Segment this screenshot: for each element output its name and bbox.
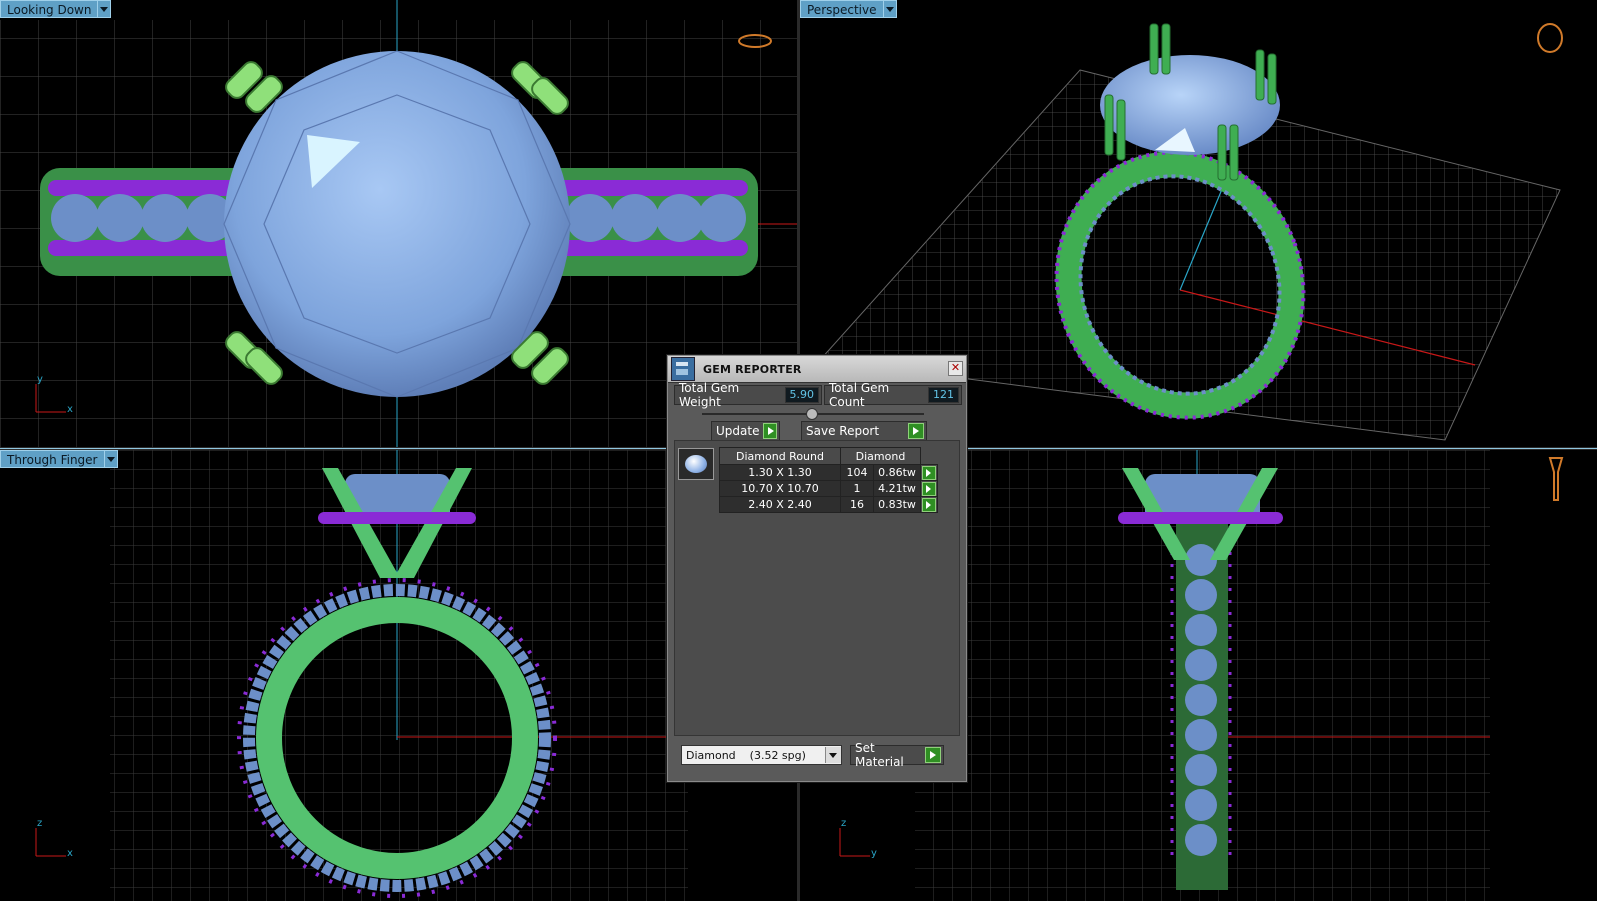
viewport-label-text: Perspective — [800, 0, 884, 18]
gem-weight: 4.21tw — [873, 480, 921, 497]
material-select[interactable]: Diamond (3.52 spg) — [681, 745, 842, 765]
axis-label-z: z — [37, 818, 43, 829]
axis-label-x: x — [67, 848, 73, 859]
axis-label-y: y — [871, 848, 877, 859]
panel-title-bar[interactable]: GEM REPORTER ✕ — [668, 356, 966, 383]
total-gem-count-field: Total Gem Count 121 — [824, 381, 962, 409]
gem-list: Diamond Round Diamond 1.30 X 1.30 104 0.… — [674, 440, 960, 736]
gem-count: 1 — [840, 480, 874, 497]
gem-count: 104 — [840, 464, 874, 481]
select-row-arrow-icon[interactable] — [922, 497, 936, 512]
set-material-button[interactable]: Set Material — [850, 741, 944, 769]
viewport-menu-dropdown[interactable] — [883, 0, 897, 18]
save-report-button[interactable]: Save Report — [801, 421, 927, 441]
play-arrow-icon — [925, 747, 941, 763]
total-gem-weight-label: Total Gem Weight — [679, 381, 740, 409]
center-stone — [224, 51, 570, 397]
viewport-menu-dropdown[interactable] — [98, 0, 112, 18]
table-row[interactable]: 1.30 X 1.30 104 0.86tw — [719, 464, 938, 481]
play-arrow-icon — [908, 423, 924, 439]
update-button[interactable]: Update — [711, 421, 780, 441]
viewport-label-perspective[interactable]: Perspective — [800, 0, 897, 18]
total-gem-count-value: 121 — [928, 387, 959, 403]
axis-label-x: x — [67, 404, 73, 415]
gem-weight: 0.83tw — [873, 496, 921, 513]
save-report-button-label: Save Report — [806, 424, 880, 438]
select-row-arrow-icon[interactable] — [922, 465, 936, 480]
gem-weight: 0.86tw — [873, 464, 921, 481]
viewport-label-through-finger[interactable]: Through Finger — [0, 450, 118, 468]
update-button-label: Update — [716, 424, 760, 438]
view-orient-icon — [1548, 457, 1564, 501]
viewport-menu-dropdown[interactable] — [104, 450, 118, 468]
viewport-label-looking-down[interactable]: Looking Down — [0, 0, 112, 18]
view-orient-icon — [1537, 23, 1563, 53]
select-row-arrow-icon[interactable] — [922, 481, 936, 496]
gem-reporter-icon — [671, 357, 695, 381]
axis-label-y: y — [37, 374, 43, 385]
table-row[interactable]: 2.40 X 2.40 16 0.83tw — [719, 496, 938, 513]
axis-label-z: z — [841, 818, 847, 829]
total-gem-weight-value: 5.90 — [784, 387, 819, 403]
panel-resize-slider[interactable] — [702, 408, 924, 420]
gem-count: 16 — [840, 496, 874, 513]
gem-table: Diamond Round Diamond 1.30 X 1.30 104 0.… — [719, 447, 938, 513]
play-arrow-icon — [763, 423, 777, 439]
gem-size: 10.70 X 10.70 — [719, 480, 841, 497]
gem-size: 2.40 X 2.40 — [719, 496, 841, 513]
gem-size: 1.30 X 1.30 — [719, 464, 841, 481]
material-select-value: Diamond (3.52 spg) — [686, 748, 806, 762]
slider-handle[interactable] — [806, 408, 818, 420]
total-gem-count-label: Total Gem Count — [829, 381, 890, 409]
close-icon[interactable]: ✕ — [948, 361, 963, 376]
chevron-down-icon[interactable] — [825, 747, 841, 763]
set-material-button-label: Set Material — [855, 741, 904, 769]
diamond-round-icon[interactable] — [678, 448, 714, 480]
gem-reporter-panel: GEM REPORTER ✕ Total Gem Weight 5.90 Tot… — [667, 355, 967, 782]
viewport-label-text: Looking Down — [0, 0, 99, 18]
panel-title: GEM REPORTER — [703, 362, 802, 376]
viewport-label-text: Through Finger — [0, 450, 105, 468]
table-row[interactable]: 10.70 X 10.70 1 4.21tw — [719, 480, 938, 497]
gem-shape-header: Diamond Round — [719, 447, 841, 465]
total-gem-weight-field: Total Gem Weight 5.90 — [674, 381, 822, 409]
gem-material-header: Diamond — [840, 447, 921, 465]
